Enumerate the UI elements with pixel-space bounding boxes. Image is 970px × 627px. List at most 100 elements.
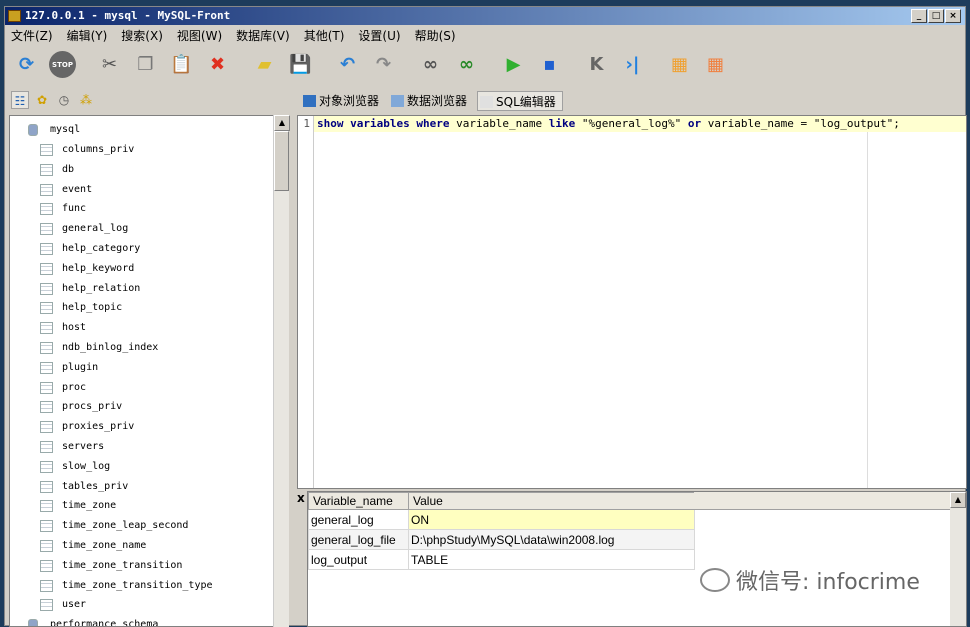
sql-editor[interactable]: 1 show variables where variable_name lik… (297, 115, 967, 489)
wechat-icon (700, 568, 730, 592)
tree-item-table[interactable]: func (40, 200, 86, 218)
table-row[interactable]: log_output TABLE (308, 549, 695, 570)
close-results-button[interactable]: x (297, 491, 305, 505)
tab-sql-editor[interactable]: SQL编辑器 (477, 91, 563, 111)
table-icon (40, 599, 53, 612)
column-header[interactable]: Variable_name (308, 492, 409, 510)
tab-data-browser[interactable]: 数据浏览器 (389, 91, 467, 111)
favorites-icon[interactable]: ✿ (33, 91, 51, 109)
table-cell[interactable]: TABLE (408, 549, 695, 570)
last-icon[interactable]: ›| (619, 51, 646, 78)
sql-string: "%general_log%" (575, 117, 688, 130)
tree-item-label: help_keyword (62, 262, 135, 274)
sql-keyword: or (687, 117, 702, 130)
menu-item[interactable]: 设置(U) (358, 27, 400, 45)
table-icon (40, 302, 53, 315)
redo-icon[interactable]: ↷ (370, 51, 397, 78)
tree-item-table[interactable]: proc (40, 379, 86, 397)
menu-item[interactable]: 其他(T) (304, 27, 345, 45)
table-row[interactable]: general_log ON (308, 509, 695, 530)
copy-icon[interactable]: ❐ (132, 51, 159, 78)
menu-item[interactable]: 帮助(S) (415, 27, 456, 45)
tree-item-table[interactable]: time_zone_leap_second (40, 517, 188, 535)
close-button[interactable]: × (945, 9, 961, 23)
tree-item-table[interactable]: procs_priv (40, 398, 122, 416)
tree-item-label: columns_priv (62, 144, 135, 155)
tree-item-table[interactable]: servers (40, 438, 104, 456)
tree-view-icon[interactable]: ☷ (11, 91, 29, 109)
line-numbers: 1 (298, 116, 314, 488)
cut-icon[interactable]: ✂ (96, 51, 123, 78)
refresh-icon[interactable]: ⟳ (13, 51, 40, 78)
table-icon (40, 144, 53, 156)
paste-icon[interactable]: 📋 (168, 51, 195, 78)
tree-item-table[interactable]: time_zone_transition (40, 557, 182, 575)
history-icon[interactable]: ◷ (55, 91, 73, 109)
table-cell[interactable]: ON (408, 509, 695, 530)
menu-item[interactable]: 视图(W) (177, 27, 222, 45)
tab-object-browser[interactable]: 对象浏览器 (301, 91, 379, 111)
sql-string: "log_output"; (813, 117, 900, 130)
tree-item-table[interactable]: help_keyword (40, 260, 134, 278)
tree-item-table[interactable]: plugin (40, 359, 98, 377)
menu-item[interactable]: 数据库(V) (236, 27, 290, 45)
tree-item-table[interactable]: general_log (40, 220, 128, 238)
open-icon[interactable]: ▰ (251, 51, 278, 78)
save-icon[interactable]: 💾 (287, 51, 314, 78)
tree-item-label: time_zone (62, 500, 117, 512)
tree-scrollbar[interactable]: ▲ (273, 115, 290, 627)
table-cell[interactable]: general_log (308, 509, 409, 530)
object-tree: mysql columns_privdb event func general_logh… (9, 115, 275, 627)
grid-scrollbar[interactable]: ▲ (950, 492, 966, 626)
replace-icon[interactable]: ∞ (453, 51, 480, 78)
stop-icon[interactable]: STOP (49, 51, 76, 78)
table-cell[interactable]: general_log_file (308, 529, 409, 550)
column-header[interactable]: Value (408, 492, 695, 510)
grid-header-filler (694, 492, 950, 510)
table-icon (40, 262, 53, 275)
tree-item-database[interactable]: mysql (28, 121, 80, 139)
menu-item[interactable]: 编辑(Y) (67, 27, 108, 45)
menu-item[interactable]: 文件(Z) (11, 27, 53, 45)
maximize-button[interactable]: □ (928, 9, 944, 23)
tree-item-table[interactable]: time_zone (40, 497, 116, 515)
menu-item[interactable]: 搜索(X) (121, 27, 163, 45)
table-cell[interactable]: D:\phpStudy\MySQL\data\win2008.log (408, 529, 695, 550)
delete-row-icon[interactable]: ▦ (702, 51, 729, 78)
run-icon[interactable]: ▶ (500, 51, 527, 78)
tree-item-table[interactable]: help_category (40, 240, 140, 258)
tree-item-table[interactable]: event (40, 181, 92, 199)
tree-item-table[interactable]: db (40, 161, 74, 179)
tree-item-table[interactable]: tables_priv (40, 478, 128, 496)
table-row[interactable]: general_log_file D:\phpStudy\MySQL\data\w… (308, 529, 695, 550)
delete-icon[interactable]: ✖ (204, 51, 231, 78)
tree-item-table[interactable]: help_topic (40, 299, 122, 317)
table-icon (40, 282, 53, 295)
tree-item-label: ndb_binlog_index (62, 342, 159, 353)
sql-line[interactable]: show variables where variable_name like … (314, 116, 966, 132)
run-selection-icon[interactable]: ▪ (536, 51, 563, 78)
tree-item-table[interactable]: help_relation (40, 280, 140, 298)
tree-item-table[interactable]: columns_priv (40, 141, 134, 159)
tree-item-label: time_zone_leap_second (62, 520, 189, 532)
tree-item-table[interactable]: time_zone_name (40, 537, 146, 555)
tree-item-table[interactable]: ndb_binlog_index (40, 339, 158, 357)
first-icon[interactable]: K (583, 51, 610, 78)
minimize-button[interactable]: _ (911, 9, 927, 23)
line-number: 1 (303, 117, 310, 130)
tree-item-database[interactable]: performance_schema (28, 616, 158, 626)
sql-text: variable_name = (701, 117, 814, 130)
tree-item-table[interactable]: time_zone_transition_type (40, 577, 213, 595)
tree-item-label: proc (62, 381, 87, 393)
tree-item-table[interactable]: proxies_priv (40, 418, 134, 436)
table-icon (40, 421, 53, 434)
footprints-icon[interactable]: ⁂ (77, 91, 95, 109)
table-cell[interactable]: log_output (308, 549, 409, 570)
tree-item-table[interactable]: host (40, 319, 86, 337)
insert-row-icon[interactable]: ▦ (666, 51, 693, 78)
tree-item-table[interactable]: slow_log (40, 458, 110, 476)
find-icon[interactable]: ∞ (417, 51, 444, 78)
object-browser-icon (303, 95, 316, 107)
undo-icon[interactable]: ↶ (334, 51, 361, 78)
tree-item-table[interactable]: user (40, 596, 86, 614)
